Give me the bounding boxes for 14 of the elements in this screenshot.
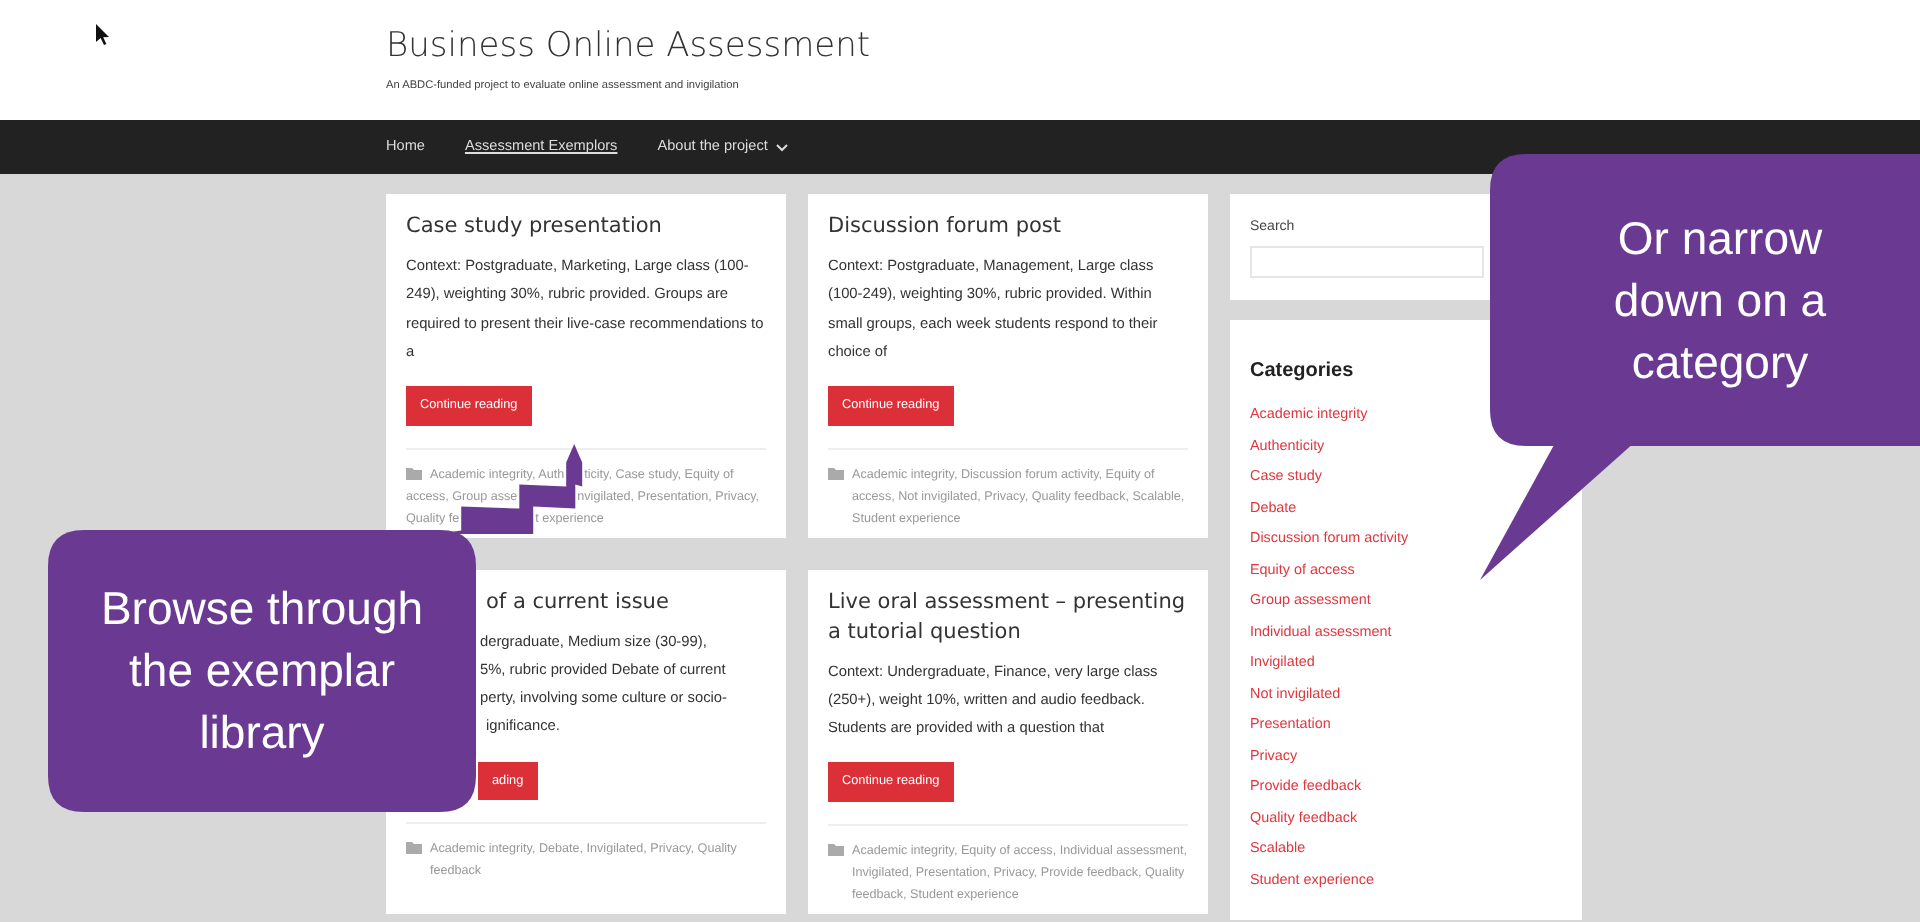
folder-icon [406,468,422,481]
post-title[interactable]: of a current issue [486,587,669,617]
folder-icon [828,467,844,480]
post-title[interactable]: Discussion forum post [828,212,1188,242]
post-title[interactable]: Live oral assessment – presenting a tutorial question [828,587,1188,647]
folder-icon [828,844,844,856]
cursor-icon [96,24,110,46]
search-field[interactable] [1250,245,1484,277]
post-title[interactable]: Case study presentation [406,212,766,242]
categories-heading: Categories [1250,360,1354,384]
callout-text: Or narrow down on a category [1611,209,1829,392]
folder-icon [406,842,422,855]
callout-text: Browse through the exemplar library [98,580,426,762]
site-title[interactable]: Business Online Assessment [386,24,871,68]
